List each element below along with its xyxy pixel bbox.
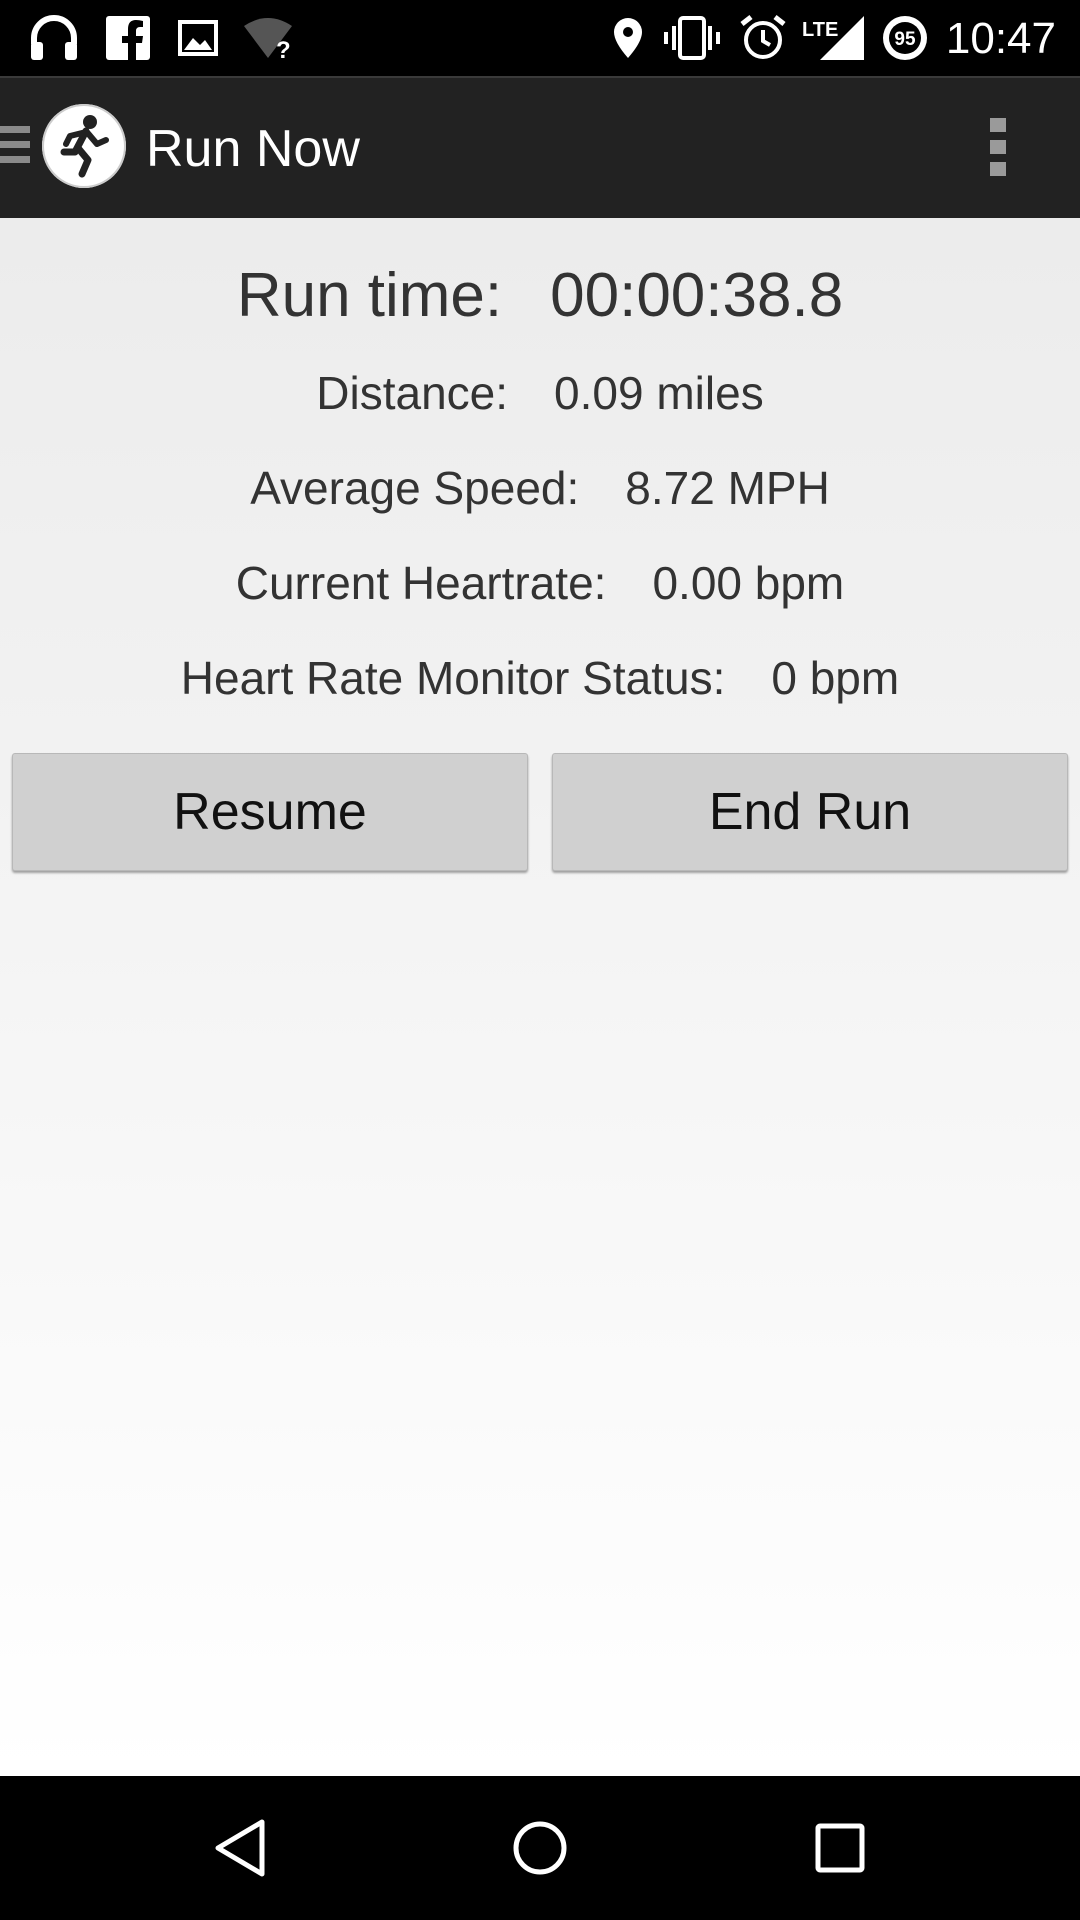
image-icon [176,14,220,62]
heartrate-value: 0.00 bpm [652,557,845,609]
svg-text:LTE: LTE [802,19,838,41]
facebook-icon [104,14,152,62]
run-time-row: Run time: 00:00:38.8 [0,260,1080,331]
drawer-icon[interactable] [0,126,30,172]
svg-text:95: 95 [894,29,916,50]
action-bar: Run Now [0,76,1080,218]
status-clock: 10:47 [945,14,1056,63]
battery-icon: 95 [880,14,930,62]
average-speed-value: 8.72 MPH [625,462,830,514]
distance-value: 0.09 miles [554,367,764,419]
overflow-menu-icon[interactable] [990,118,1008,178]
run-time-label: Run time: [236,261,503,330]
average-speed-label: Average Speed: [250,462,580,514]
resume-button[interactable]: Resume [12,753,528,871]
back-icon[interactable] [204,1812,276,1884]
end-run-button[interactable]: End Run [552,753,1068,871]
heartrate-label: Current Heartrate: [235,557,607,609]
average-speed-row: Average Speed: 8.72 MPH [0,461,1080,515]
location-icon [608,14,648,62]
wifi-unknown-icon: ? [242,14,298,62]
recents-icon[interactable] [804,1812,876,1884]
distance-row: Distance: 0.09 miles [0,366,1080,420]
signal-lte-icon: LTE [802,14,872,62]
status-bar: ? LTE 95 10:47 [0,0,1080,76]
page-title: Run Now [146,120,360,178]
hrm-status-row: Heart Rate Monitor Status: 0 bpm [0,651,1080,705]
svg-text:?: ? [276,37,291,60]
alarm-icon [738,14,788,62]
vibrate-icon [664,14,720,62]
content-area: Run time: 00:00:38.8 Distance: 0.09 miles … [0,218,1080,1776]
distance-label: Distance: [316,367,509,419]
navigation-bar [0,1776,1080,1920]
headphones-icon [24,14,84,62]
hrm-status-label: Heart Rate Monitor Status: [180,652,726,704]
home-icon[interactable] [504,1812,576,1884]
hrm-status-value: 0 bpm [771,652,900,704]
runner-logo-icon[interactable] [42,104,126,188]
run-time-value: 00:00:38.8 [550,261,844,330]
heartrate-row: Current Heartrate: 0.00 bpm [0,556,1080,610]
